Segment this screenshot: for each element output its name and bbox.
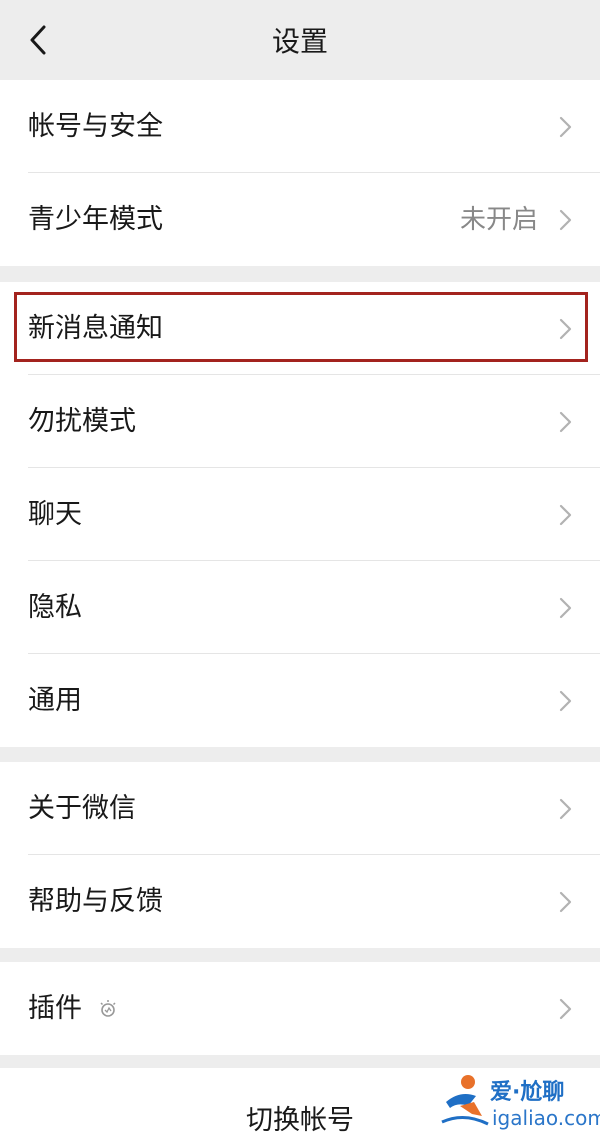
settings-group-about: 关于微信 帮助与反馈 [0, 762, 600, 948]
chevron-right-icon [559, 798, 572, 819]
settings-item-label: 关于微信 [28, 793, 136, 824]
settings-item-label: 聊天 [28, 499, 82, 530]
chevron-right-icon [559, 318, 572, 339]
settings-item-about-wechat[interactable]: 关于微信 [0, 762, 600, 855]
watermark-url: igaliao.com [492, 1106, 600, 1130]
chevron-right-icon [559, 209, 572, 230]
nav-header: 设置 [0, 0, 600, 80]
settings-group-plugins: 插件 [0, 962, 600, 1055]
settings-item-teen-mode[interactable]: 青少年模式 未开启 [0, 173, 600, 266]
chevron-right-icon [559, 891, 572, 912]
settings-item-label: 帐号与安全 [28, 111, 163, 142]
settings-item-help-feedback[interactable]: 帮助与反馈 [0, 855, 600, 948]
watermark-logo-icon [441, 1075, 489, 1126]
settings-item-label: 通用 [28, 685, 82, 716]
chevron-right-icon [559, 998, 572, 1019]
settings-group-account: 帐号与安全 青少年模式 未开启 [0, 80, 600, 266]
chevron-right-icon [559, 116, 572, 137]
back-button[interactable] [18, 20, 58, 60]
plugin-bulb-icon [100, 999, 116, 1017]
settings-item-label: 隐私 [28, 592, 82, 623]
settings-item-label: 插件 [28, 993, 82, 1024]
chevron-right-icon [559, 504, 572, 525]
settings-group-general: 新消息通知 勿扰模式 聊天 隐私 通用 [0, 282, 600, 747]
page-title: 设置 [271, 25, 328, 58]
settings-item-general[interactable]: 通用 [0, 654, 600, 747]
settings-item-label: 新消息通知 [28, 313, 163, 344]
settings-item-label: 勿扰模式 [28, 406, 136, 437]
chevron-right-icon [559, 411, 572, 432]
settings-item-do-not-disturb[interactable]: 勿扰模式 [0, 375, 600, 468]
chevron-right-icon [559, 690, 572, 711]
settings-item-privacy[interactable]: 隐私 [0, 561, 600, 654]
settings-item-chat[interactable]: 聊天 [0, 468, 600, 561]
chevron-left-icon [30, 25, 46, 55]
settings-item-plugins[interactable]: 插件 [0, 962, 600, 1055]
watermark: 爱·尬聊 igaliao.com [436, 1068, 600, 1138]
settings-item-label: 青少年模式 [28, 204, 163, 235]
settings-item-new-message-notification[interactable]: 新消息通知 [0, 282, 600, 375]
settings-item-label: 帮助与反馈 [28, 886, 163, 917]
watermark-brand: 爱·尬聊 [490, 1080, 565, 1105]
teen-mode-status: 未开启 [459, 204, 538, 235]
chevron-right-icon [559, 597, 572, 618]
settings-item-account-security[interactable]: 帐号与安全 [0, 80, 600, 173]
